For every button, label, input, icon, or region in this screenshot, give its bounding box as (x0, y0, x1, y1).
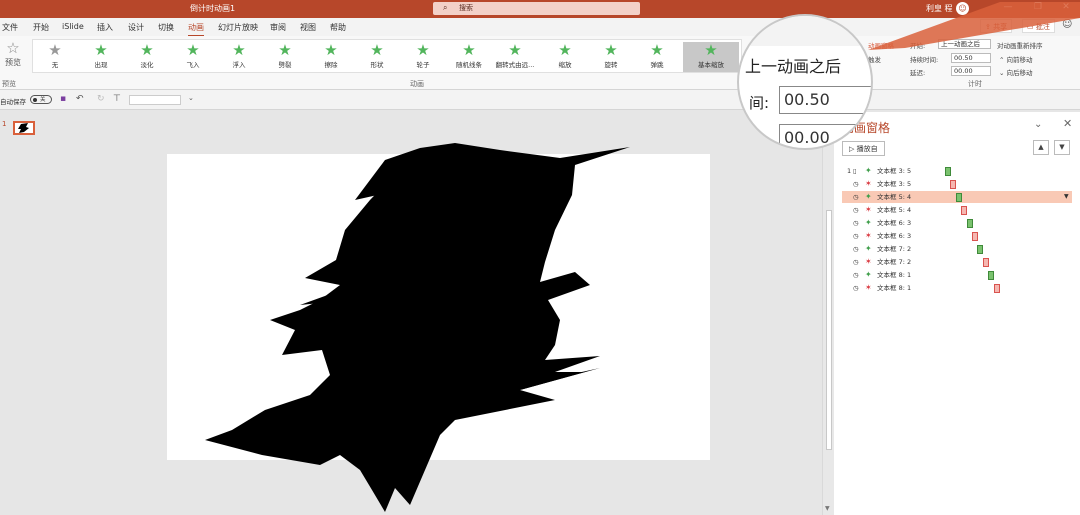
magnified-duration-input: 00.50 (779, 86, 871, 114)
magnified-delay-input: 00.00 (779, 124, 871, 148)
magnifier-header (739, 16, 871, 46)
callout-pointer (868, 2, 1080, 50)
zoom-magnifier-callout: 上一动画之后 间: 00.50 00.00 (737, 14, 873, 150)
magnified-start-value: 上一动画之后 (745, 57, 842, 76)
magnified-duration-label: 间: (749, 94, 770, 112)
